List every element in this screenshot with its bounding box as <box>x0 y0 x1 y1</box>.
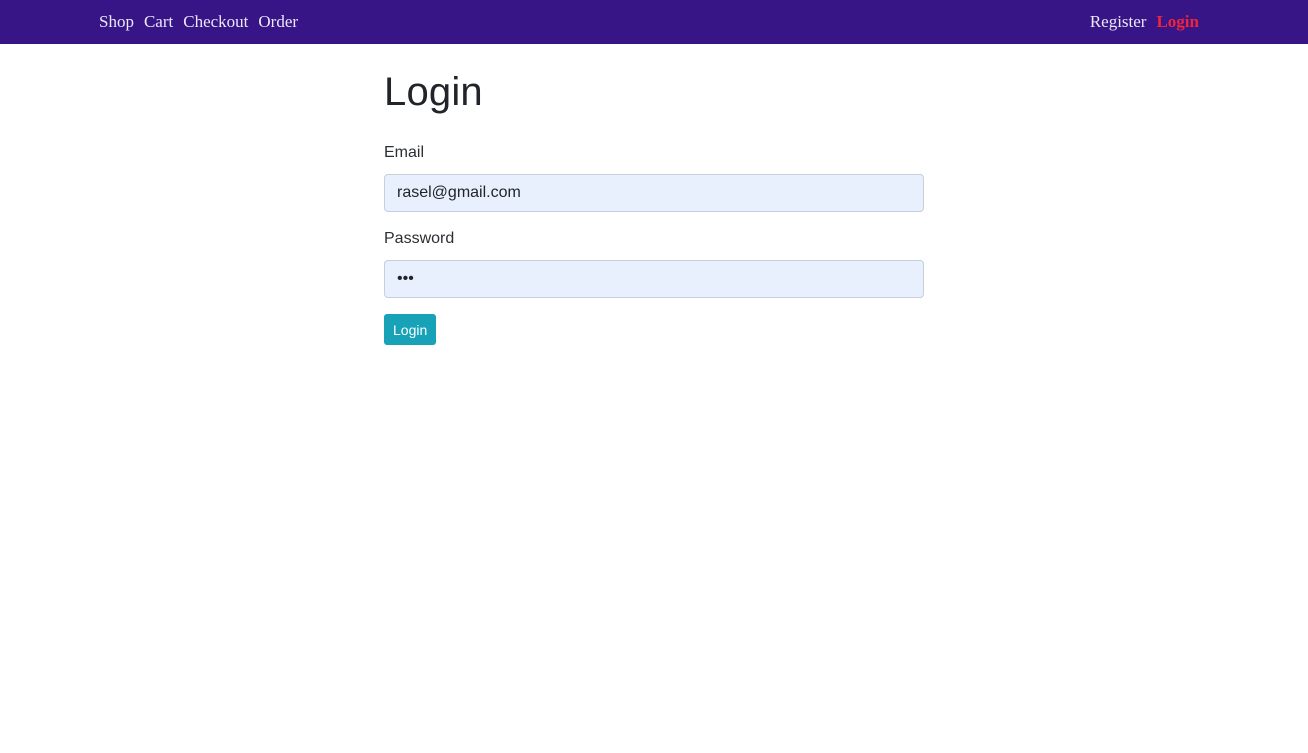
nav-link-checkout[interactable]: Checkout <box>183 12 248 32</box>
login-button[interactable]: Login <box>384 314 437 345</box>
email-field[interactable] <box>384 174 924 212</box>
nav-right-group: Register Login <box>1090 0 1199 44</box>
login-form-container: Login Email Password Login <box>384 66 924 345</box>
nav-link-login[interactable]: Login <box>1156 12 1199 32</box>
nav-link-order[interactable]: Order <box>258 12 298 32</box>
nav-link-shop[interactable]: Shop <box>99 12 134 32</box>
password-field[interactable] <box>384 260 924 298</box>
nav-left-group: Shop Cart Checkout Order <box>99 0 308 44</box>
email-label: Email <box>384 144 425 161</box>
login-form: Email Password Login <box>384 143 924 345</box>
nav-link-register[interactable]: Register <box>1090 12 1147 32</box>
password-label: Password <box>384 230 455 247</box>
nav-link-cart[interactable]: Cart <box>144 12 173 32</box>
page-title: Login <box>384 70 483 114</box>
top-navbar: Shop Cart Checkout Order Register Login <box>0 0 1308 44</box>
